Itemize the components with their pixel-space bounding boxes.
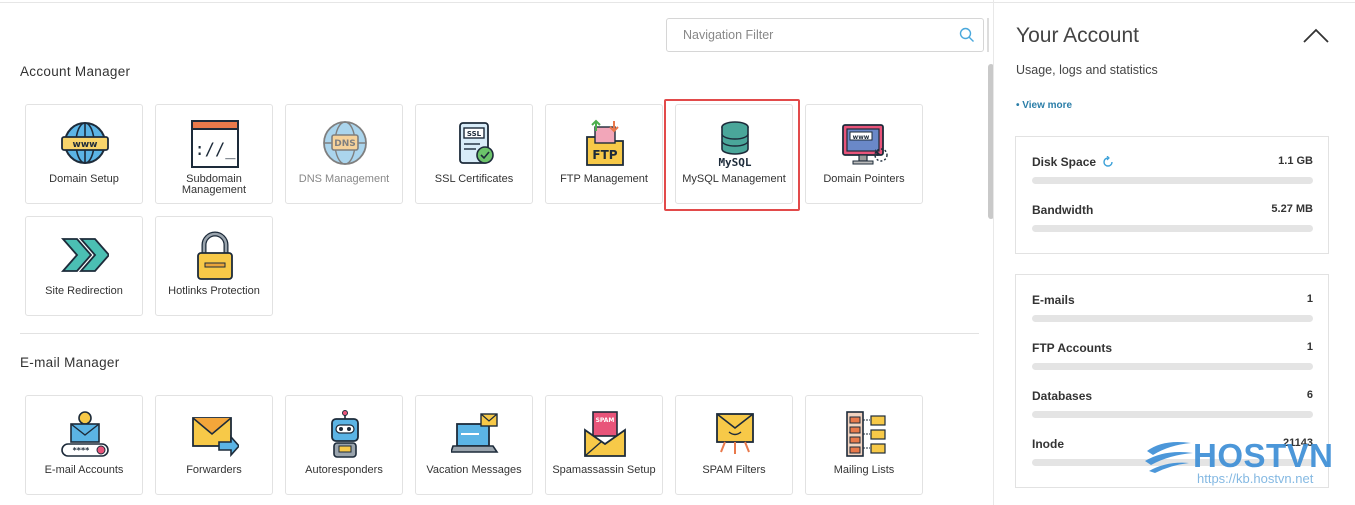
tile-autoresponders[interactable]: Autoresponders <box>285 395 403 495</box>
usage-card: Disk Space 1.1 GB Bandwidth 5.27 MB <box>1015 136 1329 254</box>
stat-name: Databases <box>1032 389 1093 403</box>
stat-value: 1 <box>1306 293 1313 305</box>
tile-label: Vacation Messages <box>426 464 522 476</box>
email-account-icon: **** <box>61 410 109 460</box>
watermark-url: https://kb.hostvn.net <box>1197 471 1314 486</box>
tile-spamassassin-setup[interactable]: SPAM Spamassassin Setup <box>545 395 663 495</box>
redirect-arrows-icon <box>61 231 111 281</box>
svg-text:FTP: FTP <box>592 148 617 162</box>
chevron-up-icon[interactable] <box>1303 28 1329 49</box>
stat-value: 6 <box>1306 389 1313 401</box>
svg-text:SSL: SSL <box>467 130 482 138</box>
stat-value: 1.1 GB <box>1278 155 1313 167</box>
padlock-icon <box>191 231 239 281</box>
tile-label: Autoresponders <box>305 464 383 476</box>
view-more-link[interactable]: • View more <box>1016 100 1072 111</box>
tile-label: SPAM Filters <box>702 464 766 476</box>
hostvn-watermark: HOSTVN https://kb.hostvn.net <box>1143 437 1343 497</box>
tile-label: Spamassassin Setup <box>552 464 656 476</box>
tile-domain-pointers[interactable]: www Domain Pointers <box>805 104 923 204</box>
tile-forwarders[interactable]: Forwarders <box>155 395 273 495</box>
usage-bar <box>1032 225 1313 232</box>
scrollbar-track <box>993 0 994 505</box>
tile-spam-filters[interactable]: SPAM Filters <box>675 395 793 495</box>
stat-name: Bandwidth <box>1032 203 1094 217</box>
usage-bar <box>1032 177 1313 184</box>
tile-ftp-management[interactable]: FTP FTP Management <box>545 104 663 204</box>
usage-bar <box>1032 411 1313 418</box>
tile-email-accounts[interactable]: **** E-mail Accounts <box>25 395 143 495</box>
tile-label: Hotlinks Protection <box>168 285 260 297</box>
tile-label: Domain Pointers <box>823 173 905 185</box>
tile-vacation-messages[interactable]: Vacation Messages <box>415 395 533 495</box>
laptop-mail-icon <box>449 410 499 460</box>
stat-value: 5.27 MB <box>1271 203 1313 215</box>
envelope-forward-icon <box>191 410 241 460</box>
tile-hotlinks-protection[interactable]: Hotlinks Protection <box>155 216 273 316</box>
stat-name: FTP Accounts <box>1032 341 1113 355</box>
spam-envelope-icon: SPAM <box>581 410 629 460</box>
tile-label: E-mail Accounts <box>44 464 124 476</box>
tile-label: Domain Setup <box>49 173 119 185</box>
svg-text:://_: ://_ <box>195 140 237 160</box>
stat-name: E-mails <box>1032 293 1075 307</box>
tile-ssl-certificates[interactable]: SSL SSL Certificates <box>415 104 533 204</box>
tile-domain-setup[interactable]: www Domain Setup <box>25 104 143 204</box>
svg-text:SPAM: SPAM <box>596 417 615 424</box>
section-divider <box>20 333 979 334</box>
tile-mailing-lists[interactable]: Mailing Lists <box>805 395 923 495</box>
www-globe-icon: www <box>61 119 109 169</box>
robot-icon <box>321 410 369 460</box>
svg-text:www: www <box>853 134 870 141</box>
svg-text:DNS: DNS <box>334 139 356 149</box>
stat-value: 1 <box>1306 341 1313 353</box>
account-title: Your Account <box>1016 24 1139 47</box>
selection-highlight <box>664 99 800 211</box>
refresh-icon[interactable] <box>1102 155 1114 171</box>
navigation-filter[interactable] <box>666 18 984 52</box>
watermark-brand: HOSTVN <box>1193 437 1334 474</box>
search-icon[interactable] <box>959 27 975 48</box>
mailing-list-icon <box>841 410 889 460</box>
spam-filter-envelope-icon <box>711 410 759 460</box>
svg-text:****: **** <box>73 446 91 455</box>
stat-name: Inode <box>1032 437 1064 451</box>
tile-label: Forwarders <box>186 464 242 476</box>
ftp-folder-icon: FTP <box>581 119 629 169</box>
dns-globe-icon: DNS <box>321 119 369 169</box>
section-title-email-manager: E-mail Manager <box>20 355 120 370</box>
tile-label: Mailing Lists <box>833 464 895 476</box>
tile-site-redirection[interactable]: Site Redirection <box>25 216 143 316</box>
usage-bar <box>1032 315 1313 322</box>
tile-label: Site Redirection <box>45 285 123 297</box>
svg-text:www: www <box>73 140 98 150</box>
tile-label: SSL Certificates <box>434 173 514 185</box>
domain-pointer-monitor-icon: www <box>841 119 889 169</box>
account-panel: Your Account Usage, logs and statistics … <box>995 0 1355 505</box>
tile-label: FTP Management <box>560 173 648 185</box>
search-input[interactable] <box>681 27 955 43</box>
section-title-account-manager: Account Manager <box>20 64 131 79</box>
subdomain-terminal-icon: ://_ <box>191 119 239 169</box>
filter-gutter <box>987 18 989 52</box>
tile-label: Subdomain Management <box>181 173 247 196</box>
usage-bar <box>1032 363 1313 370</box>
tile-label: DNS Management <box>298 173 390 185</box>
main-content: Account Manager www Domain Setup ://_ Su… <box>0 0 995 505</box>
account-subtitle: Usage, logs and statistics <box>1016 63 1158 77</box>
hostvn-logo-icon <box>1143 439 1195 478</box>
ssl-certificate-icon: SSL <box>451 119 499 169</box>
tile-subdomain-management[interactable]: ://_ Subdomain Management <box>155 104 273 204</box>
stat-name: Disk Space <box>1032 155 1097 169</box>
tile-dns-management[interactable]: DNS DNS Management <box>285 104 403 204</box>
